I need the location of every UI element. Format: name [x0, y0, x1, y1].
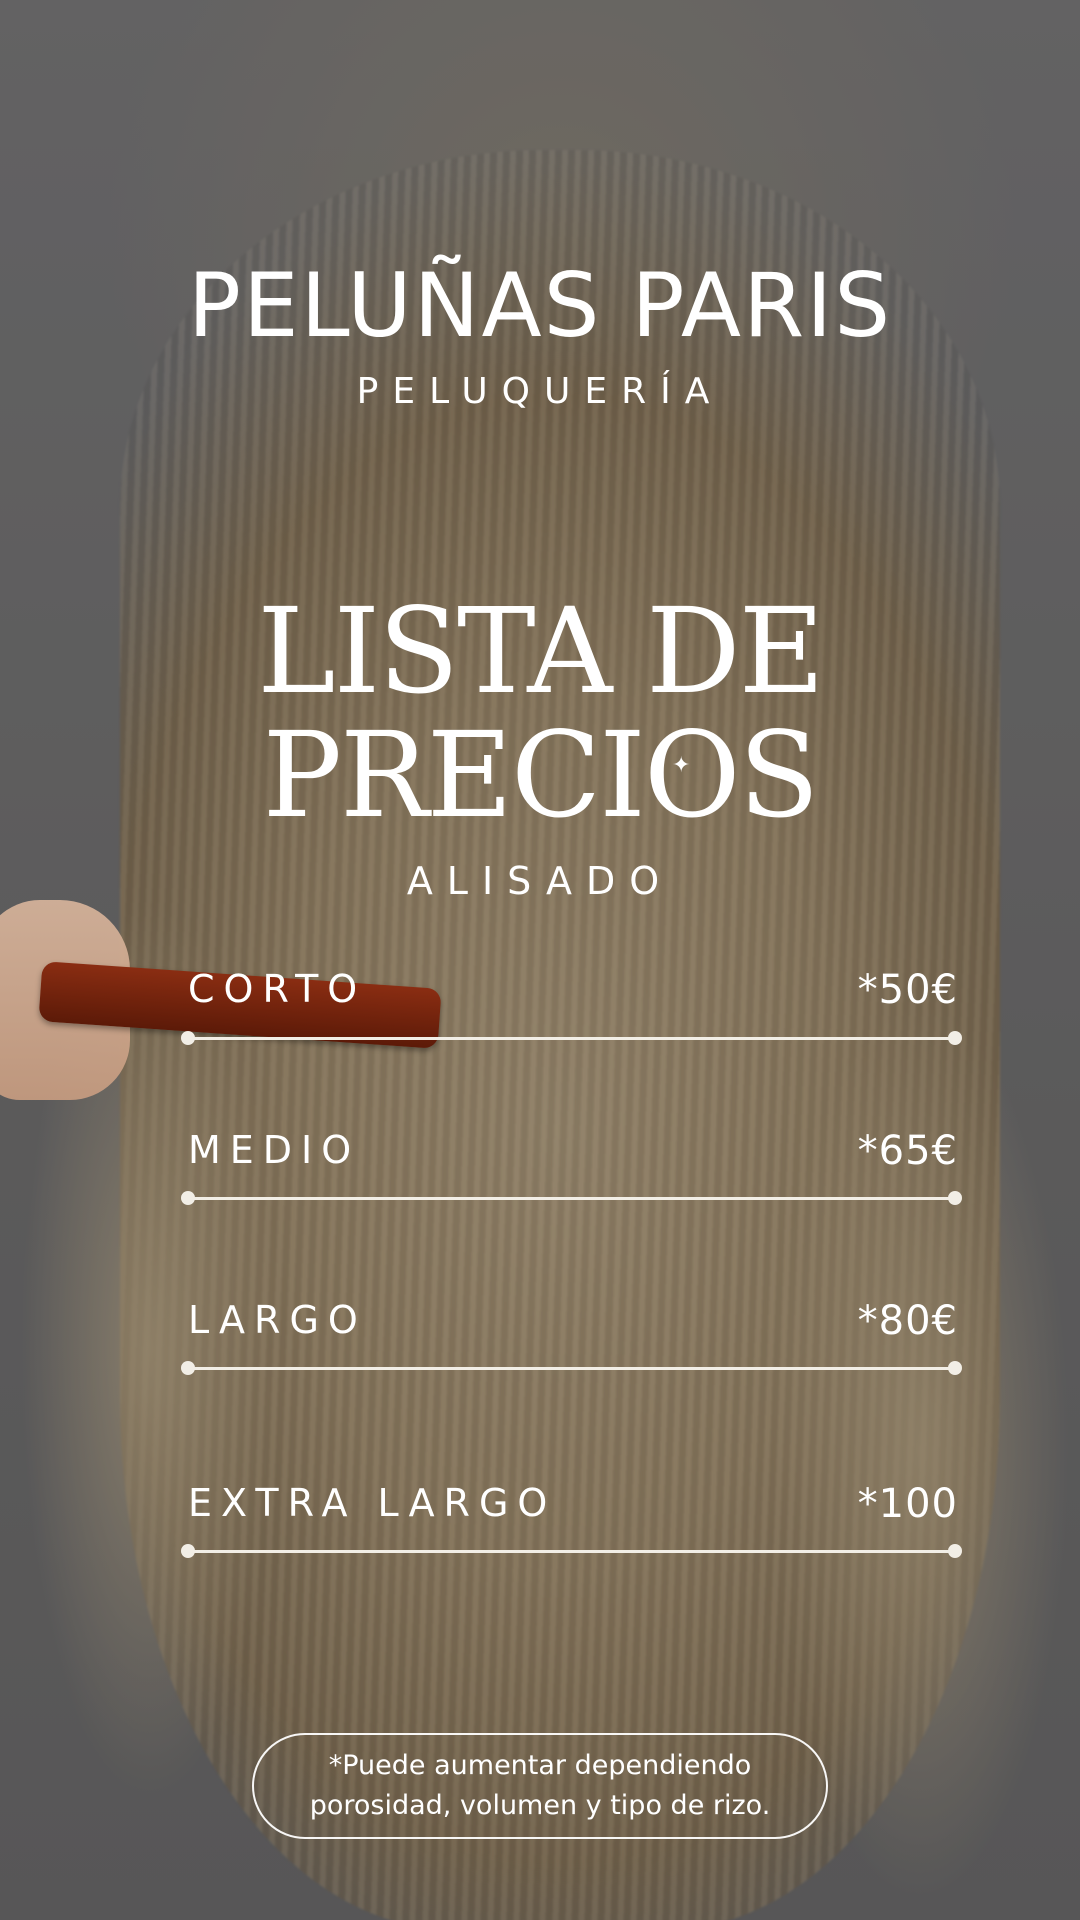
- title-line-2: PRECIOS: [262, 706, 820, 844]
- price-divider: [181, 1544, 962, 1558]
- divider-dot: [181, 1191, 195, 1205]
- price-list-poster: PELUÑAS PARIS PELUQUERÍA LISTA DE PRECIO…: [0, 0, 1080, 1920]
- price-divider: [181, 1031, 962, 1045]
- price-value: *65€: [857, 1128, 958, 1174]
- price-label: LARGO: [188, 1298, 367, 1342]
- price-label: EXTRA LARGO: [188, 1481, 557, 1525]
- brand-subtitle: PELUQUERÍA: [356, 371, 724, 412]
- disclaimer-note: *Puede aumentar dependiendo porosidad, v…: [252, 1733, 828, 1839]
- price-value: *80€: [857, 1298, 958, 1344]
- price-label: CORTO: [188, 967, 367, 1011]
- title-line-1: LISTA DE: [257, 582, 825, 720]
- divider-dot: [948, 1544, 962, 1558]
- price-divider: [181, 1361, 962, 1375]
- divider-dot: [181, 1031, 195, 1045]
- divider-dot: [948, 1031, 962, 1045]
- price-value: *50€: [857, 967, 958, 1013]
- divider-dot: [181, 1361, 195, 1375]
- divider-dot: [181, 1544, 195, 1558]
- divider-dot: [948, 1191, 962, 1205]
- price-value: *100: [857, 1481, 958, 1527]
- brand-name: PELUÑAS PARIS: [187, 254, 893, 357]
- divider-dot: [948, 1361, 962, 1375]
- disclaimer-line-2: porosidad, volumen y tipo de rizo.: [309, 1790, 771, 1821]
- disclaimer-line-1: *Puede aumentar dependiendo: [328, 1750, 752, 1781]
- price-divider: [181, 1191, 962, 1205]
- sparkle-icon: ✦: [672, 752, 691, 777]
- category-label: ALISADO: [406, 859, 674, 903]
- price-label: MEDIO: [188, 1128, 361, 1172]
